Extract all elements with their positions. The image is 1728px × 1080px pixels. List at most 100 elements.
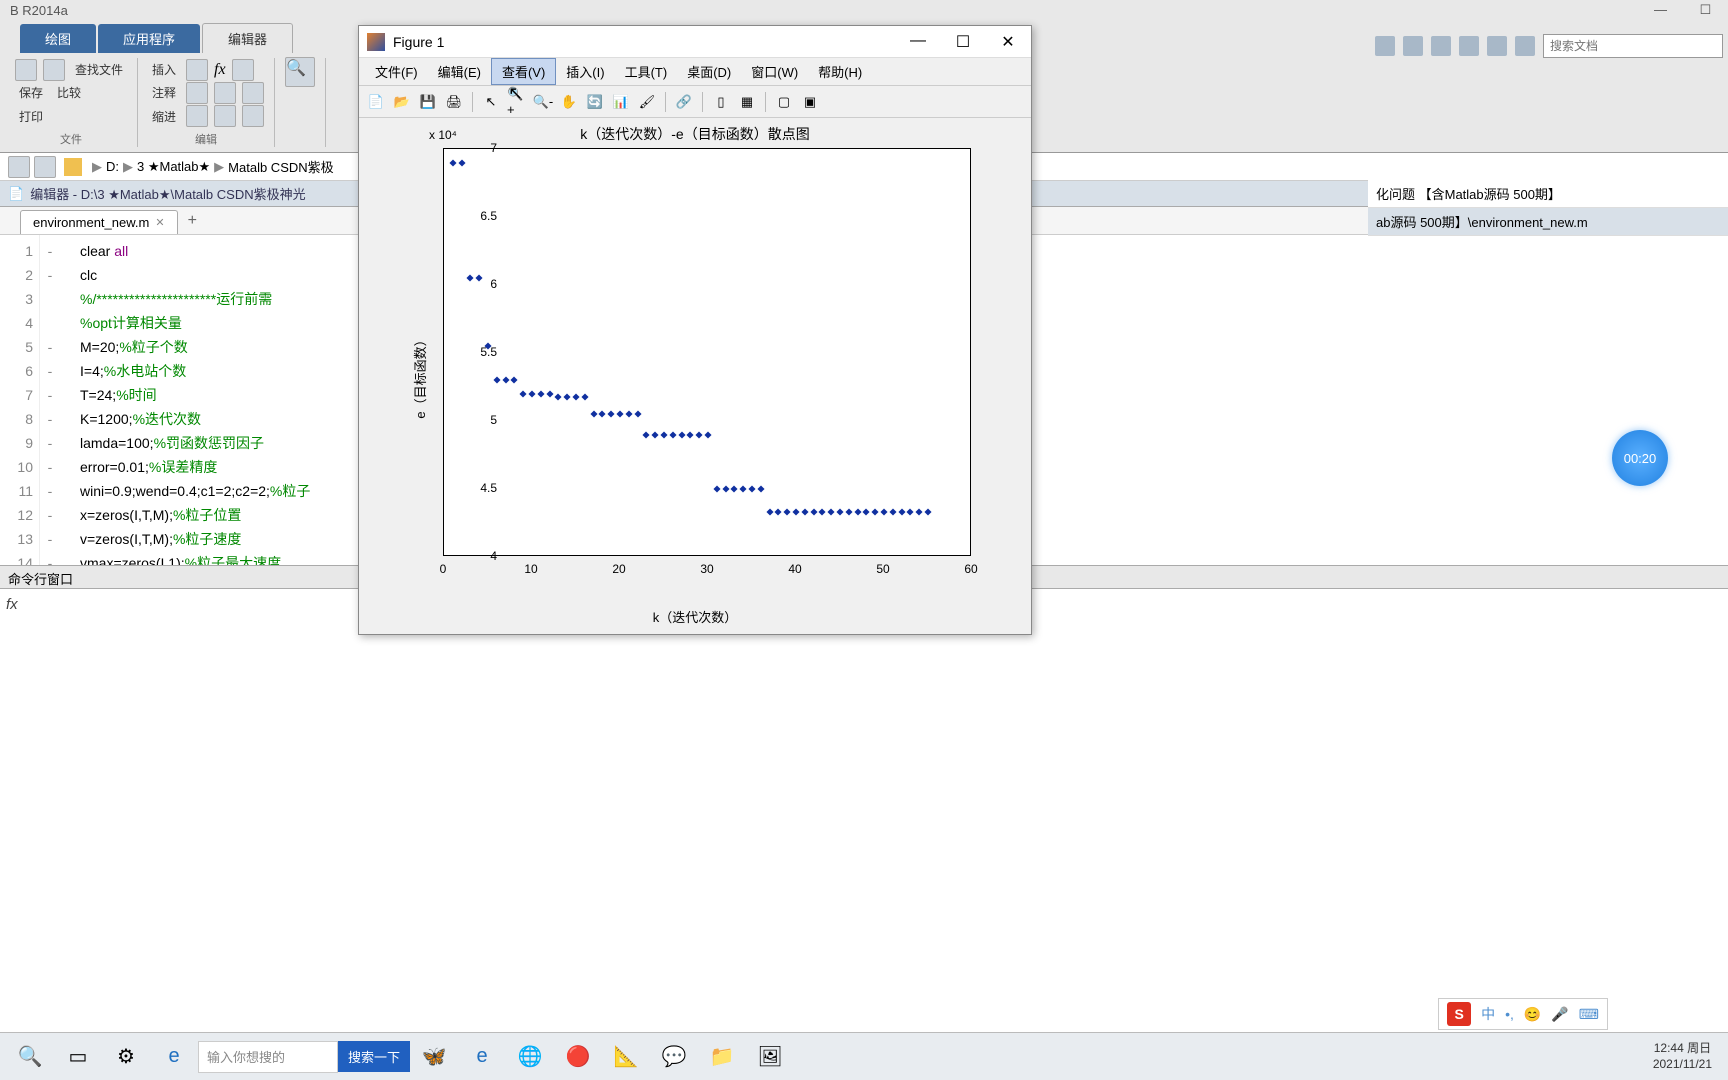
plot-area[interactable]: k（迭代次数）-e（目标函数）散点图 x 10⁴ e（目标函数） k（迭代次数）… — [359, 118, 1031, 634]
editor-path: 编辑器 - D:\3 ★Matlab★\Matalb CSDN紫极神光 — [30, 184, 305, 203]
ime-lang[interactable]: 中 — [1481, 1004, 1495, 1024]
comment-button[interactable]: 注释 — [148, 82, 180, 103]
dock-icon[interactable]: ▢ — [773, 91, 795, 113]
data-point — [907, 509, 914, 516]
qat-icon-2[interactable] — [1403, 36, 1423, 56]
fig-menu-2[interactable]: 查看(V) — [491, 58, 556, 85]
fig-minimize-icon[interactable]: — — [903, 32, 933, 52]
qat-icon-3[interactable] — [1431, 36, 1451, 56]
ind3-icon[interactable] — [242, 105, 264, 127]
taskbar-clock[interactable]: 12:44 周日 2021/11/21 — [1653, 1041, 1722, 1072]
legend-icon[interactable]: ▦ — [736, 91, 758, 113]
back-icon[interactable] — [8, 156, 30, 178]
ime-emoji-icon[interactable]: 😊 — [1524, 1006, 1541, 1023]
taskbar-search[interactable]: 输入你想搜的 — [198, 1041, 338, 1073]
zoom-icon[interactable]: 🔍 — [285, 57, 315, 87]
add-tab-button[interactable]: + — [178, 208, 207, 234]
tab-filename: environment_new.m — [33, 215, 149, 230]
ime-kbd-icon[interactable]: ⌨ — [1579, 1006, 1599, 1023]
search-input[interactable] — [1543, 34, 1723, 58]
data-point — [854, 509, 861, 516]
help-icon[interactable] — [1515, 36, 1535, 56]
tab-apps[interactable]: 应用程序 — [98, 24, 200, 53]
ind1-icon[interactable] — [186, 105, 208, 127]
fig-menu-7[interactable]: 帮助(H) — [808, 59, 872, 84]
datacursor-icon[interactable]: 📊 — [610, 91, 632, 113]
link-icon[interactable]: 🔗 — [673, 91, 695, 113]
right-row-1[interactable]: 化问题 【含Matlab源码 500期】 — [1368, 180, 1728, 208]
bc-part-2[interactable]: Matalb CSDN紫极 — [228, 157, 333, 176]
fig-menu-6[interactable]: 窗口(W) — [741, 59, 808, 84]
save-button[interactable]: 保存 — [15, 82, 47, 103]
cmt2-icon[interactable] — [214, 82, 236, 104]
taskview-icon[interactable]: ▭ — [58, 1037, 98, 1077]
obs-icon[interactable]: ⚙ — [106, 1037, 146, 1077]
indent-button[interactable]: 缩进 — [148, 106, 180, 127]
ie-icon[interactable]: e — [154, 1037, 194, 1077]
photos-icon[interactable]: 🖼 — [750, 1037, 790, 1077]
ime-toolbar[interactable]: S 中 •, 😊 🎤 ⌨ — [1438, 998, 1608, 1030]
fig-menu-0[interactable]: 文件(F) — [365, 59, 428, 84]
qat-icon-5[interactable] — [1487, 36, 1507, 56]
app3-icon[interactable]: 💬 — [654, 1037, 694, 1077]
explorer-icon[interactable]: 📁 — [702, 1037, 742, 1077]
brush-icon[interactable]: 🖌 — [636, 91, 658, 113]
maximize-icon[interactable]: ☐ — [1693, 2, 1718, 18]
print-button[interactable]: 打印 — [15, 106, 47, 127]
cmt1-icon[interactable] — [186, 82, 208, 104]
app1-icon[interactable]: 🦋 — [414, 1037, 454, 1077]
fig-menu-4[interactable]: 工具(T) — [615, 59, 678, 84]
print-fig-icon[interactable]: 🖨 — [443, 91, 465, 113]
fig-menu-1[interactable]: 编辑(E) — [428, 59, 491, 84]
tab-editor[interactable]: 编辑器 — [202, 23, 293, 53]
fig-menu-3[interactable]: 插入(I) — [556, 59, 614, 84]
ind2-icon[interactable] — [214, 105, 236, 127]
insert-button[interactable]: 插入 — [148, 59, 180, 80]
colorbar-icon[interactable]: ▯ — [710, 91, 732, 113]
pointer-icon[interactable]: ↖ — [480, 91, 502, 113]
undock-icon[interactable]: ▣ — [799, 91, 821, 113]
new-icon[interactable] — [15, 59, 37, 81]
bc-part-0[interactable]: D: — [106, 159, 119, 174]
data-point — [546, 390, 553, 397]
qat-icon-4[interactable] — [1459, 36, 1479, 56]
fig-menu-5[interactable]: 桌面(D) — [677, 59, 741, 84]
ime-mic-icon[interactable]: 🎤 — [1551, 1006, 1568, 1023]
figure-titlebar[interactable]: Figure 1 — ☐ ✕ — [359, 26, 1031, 58]
start-icon[interactable]: 🔍 — [10, 1037, 50, 1077]
ime-punct-icon[interactable]: •, — [1505, 1006, 1514, 1022]
fig-maximize-icon[interactable]: ☐ — [948, 32, 978, 52]
timer-badge[interactable]: 00:20 — [1612, 430, 1668, 486]
save-icon[interactable] — [43, 59, 65, 81]
pan-icon[interactable]: ✋ — [558, 91, 580, 113]
section-icon[interactable] — [186, 59, 208, 81]
rotate-icon[interactable]: 🔄 — [584, 91, 606, 113]
tab-plot[interactable]: 绘图 — [20, 24, 96, 53]
save-fig-icon[interactable]: 💾 — [417, 91, 439, 113]
fig-close-icon[interactable]: ✕ — [993, 32, 1023, 52]
compare-button[interactable]: 比较 — [53, 82, 85, 103]
matlab-task-icon[interactable]: 📐 — [606, 1037, 646, 1077]
app2-icon[interactable]: e — [462, 1037, 502, 1077]
close-tab-icon[interactable]: ✕ — [155, 216, 164, 229]
line-numbers: 1234567891011121314 — [0, 235, 40, 565]
taskbar-search-button[interactable]: 搜索一下 — [338, 1041, 410, 1072]
editor-tab-active[interactable]: environment_new.m ✕ — [20, 210, 178, 234]
qat-icon-1[interactable] — [1375, 36, 1395, 56]
bc-part-1[interactable]: 3 ★Matlab★ — [137, 159, 210, 175]
right-row-2[interactable]: ab源码 500期】\environment_new.m — [1368, 208, 1728, 236]
findfiles-button[interactable]: 查找文件 — [71, 59, 127, 80]
fwd-icon[interactable] — [34, 156, 56, 178]
minimize-icon[interactable]: — — [1648, 2, 1673, 18]
chrome-icon[interactable]: 🔴 — [558, 1037, 598, 1077]
cmt3-icon[interactable] — [242, 82, 264, 104]
data-point — [819, 509, 826, 516]
bookmark-icon[interactable] — [232, 59, 254, 81]
plot-axes[interactable] — [443, 148, 971, 556]
new-fig-icon[interactable]: 📄 — [365, 91, 387, 113]
zoomin-icon[interactable]: 🔍+ — [506, 91, 528, 113]
sogou-icon[interactable]: S — [1447, 1002, 1471, 1026]
open-icon[interactable]: 📂 — [391, 91, 413, 113]
edge-icon[interactable]: 🌐 — [510, 1037, 550, 1077]
zoomout-icon[interactable]: 🔍- — [532, 91, 554, 113]
